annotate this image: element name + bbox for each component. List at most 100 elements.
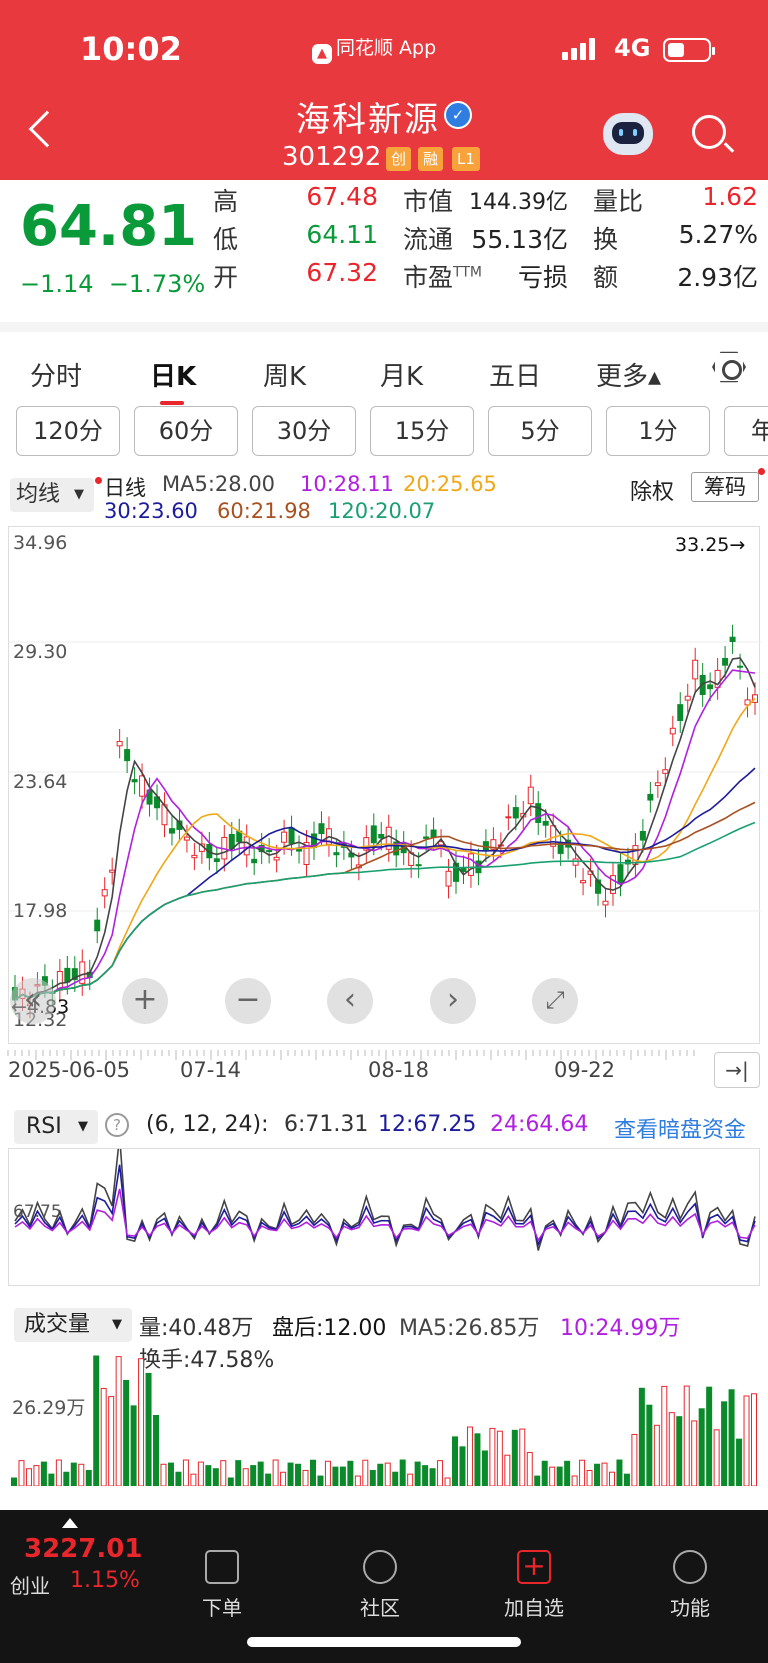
volume-bar [175, 1471, 182, 1487]
volume-bar [354, 1475, 361, 1487]
indicator-select[interactable]: 均线 ▼ [10, 478, 94, 512]
candle-body [692, 659, 699, 680]
max-price-marker: 33.25→ [675, 534, 745, 556]
candle-body [527, 786, 534, 805]
search-button[interactable] [692, 115, 726, 149]
volume-bar [362, 1459, 369, 1487]
candle-body [168, 828, 175, 834]
fullscreen-button[interactable]: ⤢ [532, 978, 578, 1024]
volume-bar [728, 1389, 735, 1487]
candle-body [183, 836, 190, 841]
tab-five-day[interactable]: 五日 [489, 356, 541, 393]
tag-l1: L1 [452, 147, 480, 171]
pan-left-button[interactable]: ‹ [327, 978, 373, 1024]
volume-bar [324, 1460, 331, 1487]
period-5min[interactable]: 5分 [488, 406, 592, 456]
kline-svg: 34.96 29.30 23.64 17.98 12.32 33.25→ ←4.… [9, 532, 761, 1031]
chouma-button[interactable]: 筹码 [691, 472, 759, 502]
volume-bar [108, 1396, 115, 1487]
tab-weekly-k[interactable]: 周K [263, 356, 306, 393]
volume-bar [437, 1460, 444, 1487]
tab-intraday[interactable]: 分时 [30, 356, 82, 393]
kline-chart[interactable]: 34.96 29.30 23.64 17.98 12.32 33.25→ ←4.… [8, 526, 761, 1044]
candle-body [415, 864, 422, 867]
volume-bar [489, 1427, 496, 1487]
rsi-chart[interactable]: 67.75 [8, 1136, 760, 1286]
nav-community[interactable]: 社区 [320, 1550, 440, 1621]
candle-body [677, 704, 684, 721]
period-15min[interactable]: 15分 [370, 406, 474, 456]
date-0714: 07-14 [180, 1058, 242, 1082]
candle-body [572, 858, 579, 866]
rsi-select[interactable]: RSI ▼ [14, 1110, 98, 1144]
collapse-left-icon[interactable]: « [10, 978, 56, 1024]
tab-daily-k[interactable]: 日K [150, 356, 196, 393]
tab-more[interactable]: 更多▴ [596, 356, 661, 393]
volume-bar [242, 1468, 249, 1487]
label-high: 高 [213, 187, 239, 216]
help-icon[interactable]: ? [105, 1113, 129, 1137]
nav-add-watchlist[interactable]: + 加自选 [474, 1550, 594, 1621]
index-value[interactable]: 3227.01 [24, 1534, 142, 1564]
zoom-out-button[interactable]: − [225, 978, 271, 1024]
tag-chuang: 创 [386, 147, 412, 171]
candle-body [639, 830, 646, 841]
assistant-robot-icon[interactable] [603, 113, 653, 155]
jump-latest-icon[interactable]: →| [714, 1052, 760, 1088]
y-tick-17-98: 17.98 [13, 900, 67, 922]
volume-bar [33, 1465, 40, 1487]
volume-bar [153, 1415, 160, 1487]
change-value: −1.14 [20, 270, 94, 298]
candle-body [228, 833, 235, 849]
ma60-value: 60:21.98 [217, 499, 311, 523]
index-pct: 1.15% [70, 1568, 140, 1593]
ma-line [14, 767, 756, 1001]
nav-order[interactable]: 下单 [162, 1550, 282, 1621]
candles-group [12, 624, 758, 1019]
nav-functions[interactable]: 功能 [630, 1550, 750, 1621]
dark-pool-link[interactable]: 查看暗盘资金 [614, 1112, 746, 1144]
volume-bar [638, 1387, 645, 1487]
candle-body [684, 695, 691, 701]
volume-bar [706, 1386, 713, 1487]
period-120min[interactable]: 120分 [16, 406, 120, 456]
candle-body [460, 867, 467, 873]
index-name: 创业 [10, 1574, 50, 1598]
date-0818: 08-18 [368, 1058, 430, 1082]
app-logo-icon: ▲ [312, 44, 332, 64]
tab-monthly-k[interactable]: 月K [380, 356, 423, 393]
period-60min[interactable]: 60分 [134, 406, 238, 456]
settings-hex-icon[interactable] [712, 351, 746, 383]
candle-body [378, 834, 385, 839]
candle-body [139, 775, 146, 797]
volume-bar [212, 1468, 219, 1487]
zoom-in-button[interactable]: + [122, 978, 168, 1024]
candle-body [281, 831, 288, 843]
chuquan-button[interactable]: 除权 [630, 474, 674, 506]
candle-body [722, 658, 729, 666]
volume-bar [736, 1438, 743, 1487]
period-30min[interactable]: 30分 [252, 406, 356, 456]
volume-bar [452, 1436, 459, 1487]
pan-right-button[interactable]: › [430, 978, 476, 1024]
label-low: 低 [213, 225, 239, 254]
chouma-dot-icon [758, 468, 765, 475]
pe-label: 市盈 [403, 263, 454, 292]
pe-value: 亏损 [517, 263, 568, 292]
period-1min[interactable]: 1分 [606, 406, 710, 456]
candle-body [213, 858, 220, 862]
open-value: 67.32 [306, 258, 378, 287]
volume-bar [332, 1466, 339, 1487]
back-button[interactable] [28, 110, 66, 148]
rsi-line [14, 1136, 756, 1251]
period-year[interactable]: 年 [724, 406, 768, 456]
date-0922: 09-22 [554, 1058, 616, 1082]
ma10-value: 10:28.11 [300, 472, 394, 496]
volume-bar [541, 1460, 548, 1487]
ma-title: 日线 [104, 476, 146, 500]
volume-bar [683, 1385, 690, 1487]
volume-chart[interactable]: 26.29万 [8, 1336, 760, 1487]
volume-bar [48, 1473, 55, 1487]
candle-body [669, 727, 676, 735]
rsi-params: (6, 12, 24): [146, 1112, 269, 1137]
